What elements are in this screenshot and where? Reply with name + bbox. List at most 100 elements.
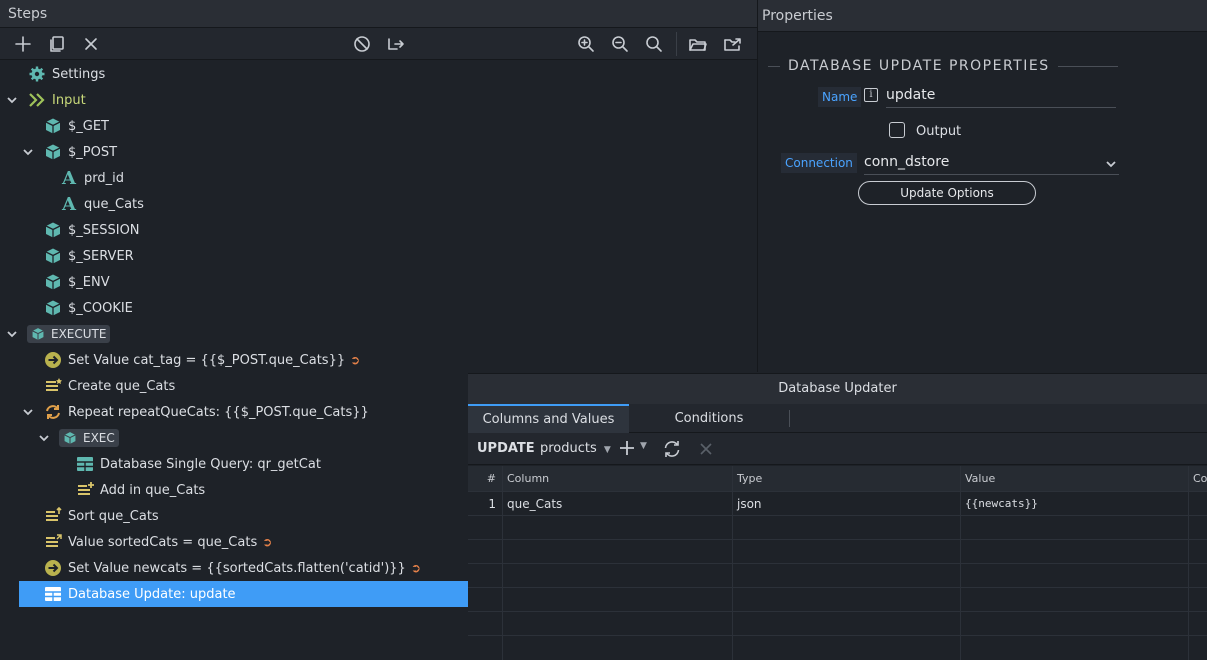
- table-row-empty[interactable]: [468, 540, 1207, 564]
- open-file-button[interactable]: [686, 32, 710, 56]
- toolbar-divider: [676, 32, 677, 56]
- zoom-out-icon: [612, 36, 628, 52]
- table-row-empty[interactable]: [468, 564, 1207, 588]
- table-select[interactable]: products ▼: [540, 441, 611, 456]
- tree-item-db-single-query[interactable]: Database Single Query: qr_getCat: [0, 451, 468, 477]
- tree-item-post[interactable]: $_POST: [0, 139, 468, 165]
- columns-grid: # Column Type Value Co 1 que_Cats json {…: [468, 466, 1207, 660]
- cube-icon: [64, 432, 76, 444]
- tree-item-input[interactable]: Input: [0, 87, 468, 113]
- copy-step-button[interactable]: [45, 32, 69, 56]
- chevron-down-icon[interactable]: [6, 94, 18, 106]
- remove-column-button[interactable]: [698, 441, 714, 461]
- tree-item-server[interactable]: $_SERVER: [0, 243, 468, 269]
- chevron-down-icon[interactable]: [6, 328, 18, 340]
- set-value-icon: [44, 351, 62, 369]
- list-add-icon: [76, 481, 94, 499]
- tree-item-que-cats-input[interactable]: A que_Cats: [0, 191, 468, 217]
- database-updater-title: Database Updater: [468, 374, 1207, 404]
- chevron-down-icon: [1106, 161, 1116, 168]
- tree-item-label: Input: [52, 92, 86, 108]
- row-column-cell[interactable]: que_Cats: [503, 492, 733, 515]
- tree-item-value-sorted-cats[interactable]: Value sortedCats = que_Cats ➲: [0, 529, 468, 555]
- tree-item-label: $_GET: [68, 118, 109, 134]
- tree-item-cookie[interactable]: $_COOKIE: [0, 295, 468, 321]
- tree-item-label: Sort que_Cats: [68, 508, 159, 524]
- cube-icon: [32, 328, 44, 340]
- output-step-button[interactable]: [384, 32, 408, 56]
- add-step-button[interactable]: [11, 32, 35, 56]
- heading-rule: [768, 65, 780, 67]
- close-icon: [85, 38, 97, 50]
- exec-badge: EXEC: [59, 429, 119, 447]
- tree-item-prd-id[interactable]: A prd_id: [0, 165, 468, 191]
- chevron-down-icon[interactable]: [22, 146, 34, 158]
- text-type-icon: A: [62, 193, 76, 215]
- tree-item-label: que_Cats: [84, 196, 144, 212]
- tree-item-execute[interactable]: EXECUTE: [0, 321, 468, 347]
- chevron-down-icon[interactable]: [38, 432, 50, 444]
- zoom-out-button[interactable]: [608, 32, 632, 56]
- execute-badge: EXECUTE: [27, 325, 111, 343]
- list-value-icon: [44, 533, 62, 551]
- tree-item-label: Set Value cat_tag = {{$_POST.que_Cats}} ➲: [68, 352, 361, 368]
- repeat-icon: [44, 403, 62, 421]
- tree-item-database-update[interactable]: Database Update: update: [19, 581, 468, 607]
- disable-step-button[interactable]: [350, 32, 374, 56]
- add-column-button[interactable]: ▼: [618, 439, 652, 459]
- zoom-reset-button[interactable]: [642, 32, 666, 56]
- properties-panel-title: Properties: [758, 0, 1207, 32]
- cube-icon: [44, 273, 62, 291]
- database-updater-panel: Database Updater Columns and Values Cond…: [468, 373, 1207, 660]
- tree-item-set-value-cat-tag[interactable]: Set Value cat_tag = {{$_POST.que_Cats}} ➲: [0, 347, 468, 373]
- info-icon[interactable]: i: [864, 88, 878, 102]
- caret-down-icon: ▼: [603, 445, 611, 455]
- name-label: Name: [818, 87, 862, 107]
- tree-item-label: Database Single Query: qr_getCat: [100, 456, 321, 472]
- tree-item-env[interactable]: $_ENV: [0, 269, 468, 295]
- delete-step-button[interactable]: [79, 32, 103, 56]
- connection-value: conn_dstore: [864, 154, 950, 170]
- tree-item-session[interactable]: $_SESSION: [0, 217, 468, 243]
- tree-item-exec[interactable]: EXEC: [0, 425, 468, 451]
- heading-rule: [1057, 65, 1118, 67]
- output-checkbox[interactable]: [889, 122, 905, 138]
- execute-label: EXECUTE: [51, 327, 107, 341]
- set-value-icon: [44, 559, 62, 577]
- steps-panel-title: Steps: [0, 0, 757, 28]
- tree-item-label: prd_id: [84, 170, 124, 186]
- tree-item-label: $_SERVER: [68, 248, 134, 264]
- tree-item-repeat[interactable]: Repeat repeatQueCats: {{$_POST.que_Cats}…: [0, 399, 468, 425]
- row-extra-cell[interactable]: [1189, 492, 1207, 515]
- text-type-icon: A: [62, 167, 76, 189]
- tree-item-create-que-cats[interactable]: Create que_Cats: [0, 373, 468, 399]
- tab-divider: [789, 410, 790, 427]
- table-row-empty[interactable]: [468, 636, 1207, 660]
- row-number: 1: [468, 492, 503, 515]
- tab-conditions[interactable]: Conditions: [629, 404, 789, 433]
- tree-item-sort-que-cats[interactable]: Sort que_Cats: [0, 503, 468, 529]
- tree-item-get[interactable]: $_GET: [0, 113, 468, 139]
- export-file-button[interactable]: [721, 32, 745, 56]
- cube-icon: [44, 221, 62, 239]
- tree-item-set-value-newcats[interactable]: Set Value newcats = {{sortedCats.flatten…: [0, 555, 468, 581]
- connection-select[interactable]: conn_dstore: [864, 151, 1119, 175]
- table-row-empty[interactable]: [468, 516, 1207, 540]
- name-field[interactable]: update: [886, 84, 1116, 108]
- table-row[interactable]: 1 que_Cats json {{newcats}}: [468, 492, 1207, 516]
- tab-columns-and-values[interactable]: Columns and Values: [468, 404, 629, 433]
- row-value-cell[interactable]: {{newcats}}: [961, 492, 1189, 515]
- tree-item-add-in-que-cats[interactable]: Add in que_Cats: [0, 477, 468, 503]
- tree-item-settings[interactable]: Settings: [0, 61, 468, 87]
- refresh-button[interactable]: [662, 439, 682, 463]
- update-options-button[interactable]: Update Options: [858, 181, 1036, 205]
- output-label: Output: [916, 124, 962, 139]
- table-row-empty[interactable]: [468, 588, 1207, 612]
- table-select-value: products: [540, 441, 597, 456]
- column-header-type: Type: [733, 466, 961, 491]
- zoom-in-button[interactable]: [574, 32, 598, 56]
- table-row-empty[interactable]: [468, 612, 1207, 636]
- chevron-down-icon[interactable]: [22, 406, 34, 418]
- row-type-cell[interactable]: json: [733, 492, 961, 515]
- grid-header-row: # Column Type Value Co: [468, 466, 1207, 492]
